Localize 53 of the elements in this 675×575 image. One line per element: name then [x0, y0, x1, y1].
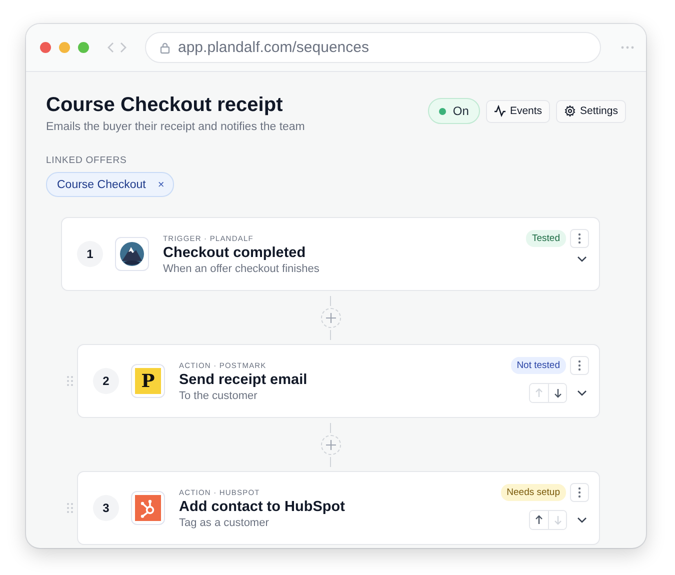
more-options-button[interactable]	[570, 356, 589, 375]
postmark-logo: P	[135, 368, 161, 394]
events-button[interactable]: Events	[486, 100, 550, 122]
plus-icon	[326, 440, 336, 450]
more-options-button[interactable]	[570, 229, 589, 248]
add-step-button[interactable]	[320, 308, 340, 328]
pulse-icon	[494, 105, 506, 117]
step-description: Tag as a customer	[179, 516, 270, 528]
step-description: To the customer	[179, 390, 258, 402]
chevron-down-icon[interactable]	[577, 256, 587, 262]
forward-icon[interactable]	[120, 42, 127, 53]
step-description: When an offer checkout finishes	[163, 262, 320, 274]
status-badge: Needs setup	[500, 484, 566, 501]
minimize-window-icon[interactable]	[59, 42, 70, 53]
chevron-down-icon[interactable]	[577, 390, 587, 396]
add-step-button[interactable]	[320, 434, 340, 454]
drag-handle-icon[interactable]	[67, 503, 73, 513]
move-down-button[interactable]	[548, 384, 566, 402]
address-bar[interactable]: app.plandalf.com/sequences	[145, 32, 601, 63]
kebab-icon	[578, 487, 581, 498]
remove-chip-button[interactable]: ×	[158, 178, 164, 190]
status-badge: Not tested	[510, 357, 566, 374]
status-badge: Tested	[526, 230, 566, 247]
arrow-down-icon	[552, 388, 562, 398]
step-number: 1	[77, 241, 103, 267]
back-icon[interactable]	[107, 42, 114, 53]
close-window-icon[interactable]	[40, 42, 51, 53]
settings-icon	[564, 105, 576, 117]
chip-label: Course Checkout	[57, 178, 146, 190]
maximize-window-icon[interactable]	[78, 42, 89, 53]
step-number: 2	[93, 368, 119, 394]
kebab-icon	[578, 360, 581, 371]
drag-handle-icon[interactable]	[67, 376, 73, 386]
lock-icon	[160, 42, 170, 54]
chevron-down-icon[interactable]	[577, 517, 587, 523]
step-title: Checkout completed	[163, 244, 307, 260]
step-number: 3	[93, 495, 119, 521]
arrow-up-icon	[534, 388, 544, 398]
settings-button[interactable]: Settings	[556, 100, 626, 122]
page-subtitle: Emails the buyer their receipt and notifies the team	[46, 121, 305, 133]
more-options-button[interactable]	[570, 483, 589, 502]
plus-icon	[326, 312, 336, 322]
mountain-logo-icon	[120, 242, 144, 266]
section-label: LINKED OFFERS	[46, 155, 128, 166]
offer-chip[interactable]: Course Checkout ×	[46, 172, 174, 197]
more-icon[interactable]	[621, 46, 634, 49]
arrow-down-icon	[552, 515, 562, 525]
status-toggle[interactable]: On	[428, 98, 480, 124]
arrow-up-icon	[534, 515, 544, 525]
step-title: Send receipt email	[179, 372, 308, 388]
step-title: Add contact to HubSpot	[179, 498, 346, 514]
kebab-icon	[578, 233, 581, 244]
page-title: Course Checkout receipt	[46, 94, 284, 117]
